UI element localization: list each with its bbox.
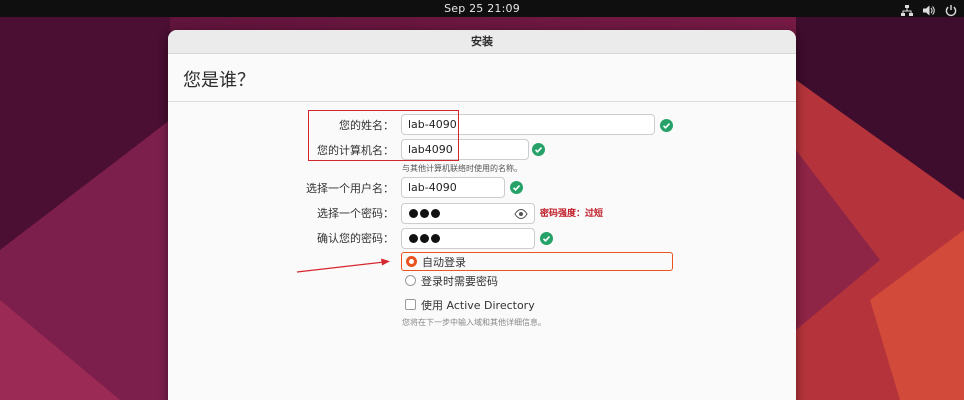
password-strength: 密码强度：过短 [540, 209, 604, 219]
require-password-option[interactable]: 登录时需要密码 [401, 272, 601, 291]
annotation-highlight-box [308, 110, 459, 161]
computer-name-valid-icon [532, 143, 545, 156]
auto-login-radio[interactable] [406, 256, 417, 267]
page-heading: 您是谁？ [183, 70, 255, 91]
password-mask [409, 209, 440, 218]
name-valid-icon [660, 119, 673, 132]
confirm-password-mask [409, 234, 440, 243]
active-directory-checkbox[interactable] [405, 299, 416, 310]
clock[interactable]: Sep 25 21:09 [0, 1, 964, 16]
show-password-icon[interactable] [514, 208, 528, 220]
username-input[interactable]: lab-4090 [401, 177, 505, 198]
active-directory-option[interactable]: 使用 Active Directory [401, 296, 601, 315]
require-password-radio[interactable] [405, 275, 416, 286]
password-input[interactable] [401, 203, 535, 224]
installer-window: 安装 您是谁？ 您的姓名： lab-4090 您的计算机名： lab4090 与… [168, 30, 796, 400]
system-tray[interactable] [900, 2, 958, 17]
auto-login-label: 自动登录 [422, 256, 466, 269]
computer-name-hint: 与其他计算机联络时使用的名称。 [402, 164, 522, 173]
password-label: 选择一个密码： [317, 207, 394, 220]
confirm-password-input[interactable] [401, 228, 535, 249]
volume-icon[interactable] [922, 2, 936, 16]
active-directory-label: 使用 Active Directory [421, 299, 535, 312]
top-bar: Sep 25 21:09 [0, 0, 964, 17]
username-label: 选择一个用户名： [306, 182, 394, 195]
username-valid-icon [510, 181, 523, 194]
power-icon[interactable] [944, 2, 958, 17]
active-directory-note: 您将在下一步中输入域和其他详细信息。 [402, 318, 546, 327]
require-password-label: 登录时需要密码 [421, 275, 498, 288]
username-value: lab-4090 [408, 181, 457, 194]
network-icon[interactable] [900, 2, 914, 16]
confirm-password-label: 确认您的密码： [317, 232, 394, 245]
window-title: 安装 [168, 30, 796, 54]
divider [168, 101, 796, 102]
auto-login-option[interactable]: 自动登录 [401, 252, 673, 271]
confirm-valid-icon [540, 232, 553, 245]
